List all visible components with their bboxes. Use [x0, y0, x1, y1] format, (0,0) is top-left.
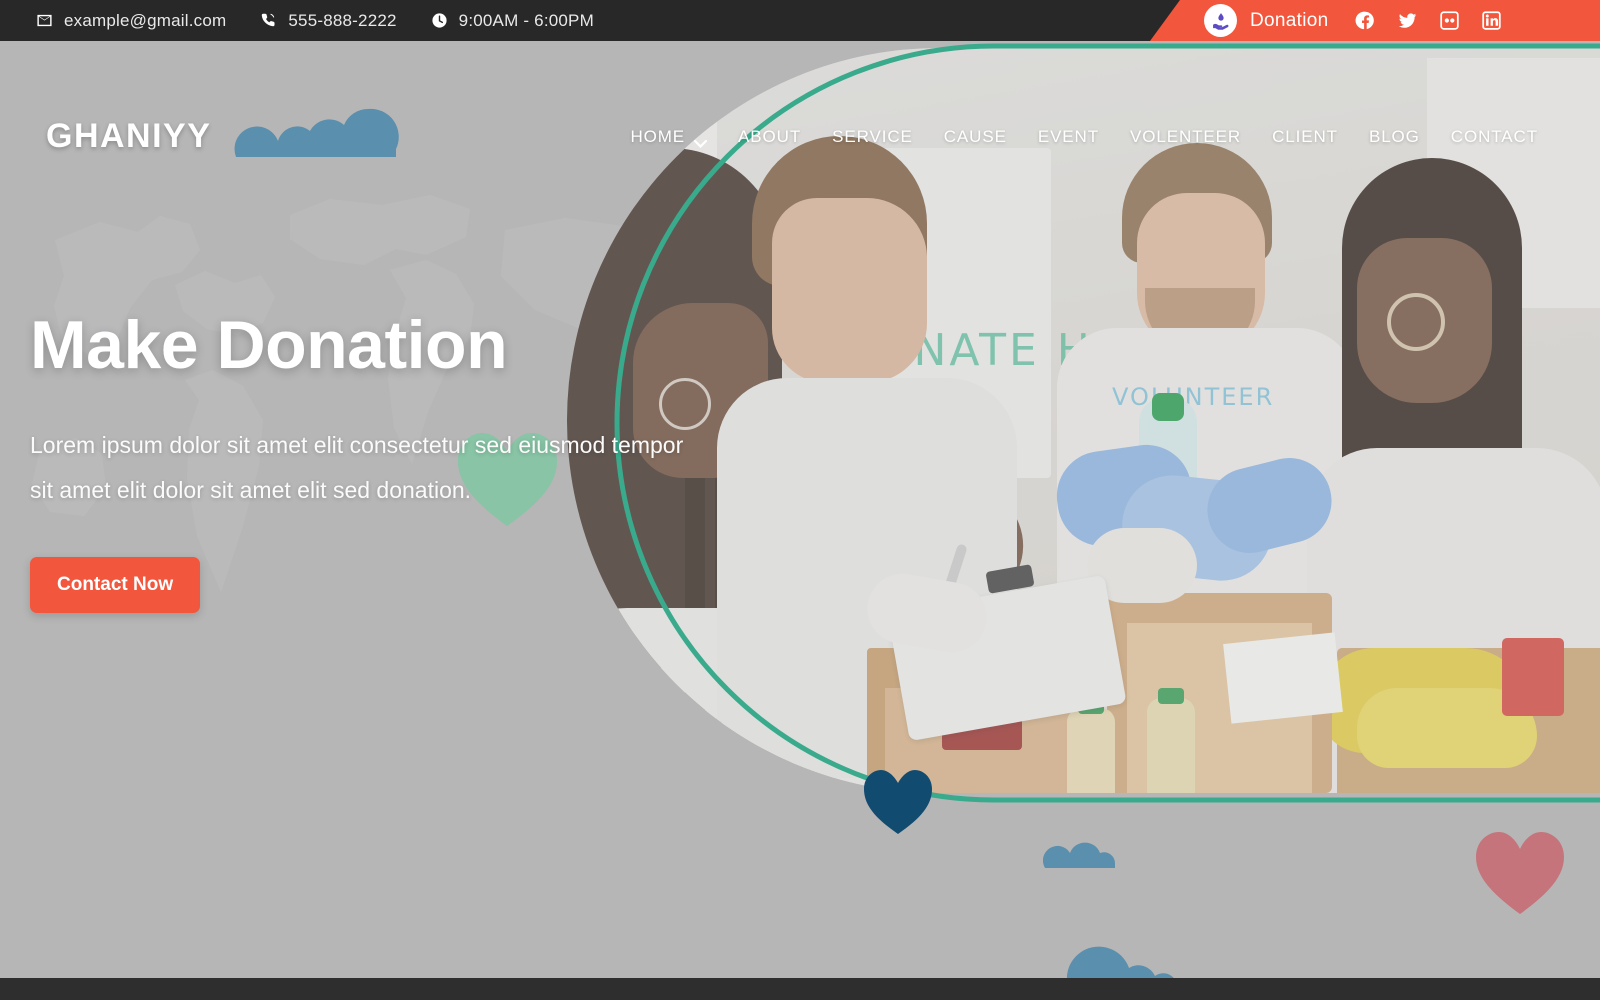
- nav-item-home-label: HOME: [630, 127, 686, 146]
- contact-email[interactable]: example@gmail.com: [36, 11, 226, 31]
- page-title: Make Donation: [30, 307, 508, 383]
- nav-item-event[interactable]: EVENT: [1038, 127, 1099, 147]
- hero-content: Make Donation Lorem ipsum dolor sit amet…: [30, 307, 730, 614]
- main-navbar: GHANIYY HOME ABOUT SERVICE CAUSE EVENT V…: [0, 41, 1600, 157]
- hand-holding-drop-icon: [1204, 4, 1237, 37]
- landing-page: DONATE HERE VOLUNTEER example@gmail.com …: [0, 0, 1600, 1000]
- top-contact-info: example@gmail.com 555-888-2222 9:00AM - …: [36, 0, 594, 41]
- nav-item-client[interactable]: CLIENT: [1272, 127, 1338, 147]
- donation-bar: Donation: [1150, 0, 1600, 41]
- hero-subtitle: Lorem ipsum dolor sit amet elit consecte…: [30, 432, 684, 504]
- nav-item-contact[interactable]: CONTACT: [1451, 127, 1538, 147]
- heart-decoration-pink-bottom: [1474, 830, 1566, 916]
- twitter-icon[interactable]: [1396, 10, 1418, 32]
- chevron-down-icon: [693, 133, 708, 149]
- contact-now-button[interactable]: Contact Now: [30, 557, 201, 614]
- nav-item-volenteer[interactable]: VOLENTEER: [1130, 127, 1241, 147]
- nav-item-cause[interactable]: CAUSE: [944, 127, 1007, 147]
- nav-item-service[interactable]: SERVICE: [832, 127, 913, 147]
- contact-email-text: example@gmail.com: [64, 10, 227, 30]
- nav-item-home[interactable]: HOME: [630, 127, 708, 149]
- contact-phone-text: 555-888-2222: [288, 10, 397, 30]
- cloud-decoration-mid-right: [1043, 840, 1117, 870]
- envelope-icon: [36, 12, 53, 29]
- linkedin-icon[interactable]: [1480, 10, 1502, 32]
- contact-phone[interactable]: 555-888-2222: [260, 11, 396, 31]
- contact-hours-text: 9:00AM - 6:00PM: [458, 10, 594, 30]
- nav-item-about[interactable]: ABOUT: [738, 127, 801, 147]
- nav-item-blog[interactable]: BLOG: [1369, 127, 1420, 147]
- flickr-icon[interactable]: [1438, 10, 1460, 32]
- page-bottom-strip: [0, 978, 1600, 1000]
- site-logo[interactable]: GHANIYY: [46, 117, 211, 156]
- donation-label[interactable]: Donation: [1250, 10, 1328, 32]
- nav-menu: HOME ABOUT SERVICE CAUSE EVENT VOLENTEER…: [630, 127, 1538, 149]
- clock-icon: [431, 12, 448, 29]
- facebook-icon[interactable]: [1354, 10, 1376, 32]
- phone-icon: [260, 12, 277, 29]
- social-links: [1354, 10, 1502, 32]
- contact-hours: 9:00AM - 6:00PM: [431, 11, 594, 31]
